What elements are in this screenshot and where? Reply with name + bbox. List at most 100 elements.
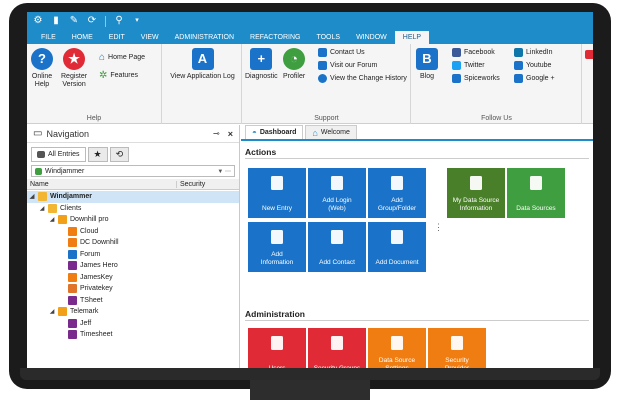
ribbon-overflow-icon[interactable] xyxy=(585,50,593,59)
dashboard-tile[interactable]: Add Document xyxy=(368,222,426,272)
tree-item[interactable]: DC Downhill xyxy=(27,237,239,249)
monitor-chin xyxy=(20,368,600,380)
blog-button[interactable]: B Blog xyxy=(416,48,438,81)
home-page-button[interactable]: ⌂ Home Page xyxy=(99,52,145,63)
facebook-button[interactable]: Facebook xyxy=(452,48,495,57)
diagnostic-button[interactable]: + Diagnostic xyxy=(245,48,278,81)
contact-us-button[interactable]: Contact Us xyxy=(318,48,365,57)
expand-toggle-icon[interactable]: ◢ xyxy=(29,193,35,200)
view-change-history-button[interactable]: View the Change History xyxy=(318,74,407,83)
group-label-support: Support xyxy=(314,115,339,122)
tab-edit[interactable]: EDIT xyxy=(101,31,133,44)
refresh-icon[interactable]: ⟳ xyxy=(87,16,97,26)
tile-label: Security Groups xyxy=(314,365,361,368)
dashboard-tile[interactable]: Users xyxy=(248,328,306,368)
tab-dashboard[interactable]: ◓ Dashboard xyxy=(245,125,304,139)
tab-history[interactable]: ⟲ xyxy=(109,147,130,162)
facebook-label: Facebook xyxy=(464,49,495,56)
user-icon xyxy=(68,261,77,271)
column-security[interactable]: Security xyxy=(177,181,205,188)
view-change-history-label: View the Change History xyxy=(330,75,407,82)
dashboard-tile[interactable]: Add Login (Web) xyxy=(308,168,366,218)
privatekey-icon xyxy=(68,284,77,294)
tree-item[interactable]: Timesheet xyxy=(27,329,239,341)
contact-icon xyxy=(58,307,67,317)
google-plus-button[interactable]: Google + xyxy=(514,74,555,83)
tab-tools[interactable]: TOOLS xyxy=(308,31,348,44)
linkedin-button[interactable]: LinkedIn xyxy=(514,48,552,57)
dashboard-tile[interactable]: New Entry xyxy=(248,168,306,218)
navigation-pane: ▭ Navigation ⊸ × All Entries ★ ⟲ Windjam… xyxy=(27,125,240,368)
dropdown-icon[interactable]: ▾ xyxy=(132,16,142,26)
youtube-button[interactable]: Youtube xyxy=(514,61,551,70)
tab-favorites[interactable]: ★ xyxy=(87,147,108,162)
tab-home[interactable]: HOME xyxy=(64,31,101,44)
view-application-log-button[interactable]: A View Application Log xyxy=(165,48,240,81)
profiler-button[interactable]: ◔ Profiler xyxy=(283,48,305,81)
tree-item[interactable]: ◢ Downhill pro xyxy=(27,214,239,226)
features-button[interactable]: ✲ Features xyxy=(99,70,138,81)
tab-welcome[interactable]: ⌂ Welcome xyxy=(305,125,357,139)
dashboard-tile[interactable]: Security Groups xyxy=(308,328,366,368)
visit-forum-button[interactable]: Visit our Forum xyxy=(318,61,377,70)
register-version-button[interactable]: ★ Register Version xyxy=(61,48,87,89)
dashboard-tile[interactable]: Add Contact xyxy=(308,222,366,272)
tree-item-label: Telemark xyxy=(70,308,99,316)
twitter-button[interactable]: Twitter xyxy=(452,61,485,70)
expand-toggle-icon[interactable]: ◢ xyxy=(49,216,55,223)
forum-icon xyxy=(318,61,327,70)
new-icon[interactable]: ▮ xyxy=(51,16,61,26)
dashboard-tile[interactable]: Security Provider xyxy=(428,328,486,368)
pin-icon[interactable]: ⊸ xyxy=(213,129,220,138)
tile-label: Add Information xyxy=(260,251,294,266)
tab-window[interactable]: WINDOW xyxy=(348,31,395,44)
tile-label: Add Document xyxy=(375,259,419,266)
tree-item[interactable]: TSheet xyxy=(27,295,239,307)
tab-refactoring[interactable]: REFACTORING xyxy=(242,31,308,44)
tab-all-entries[interactable]: All Entries xyxy=(31,147,86,162)
datasource-selector[interactable]: Windjammer ▼ ⋯ xyxy=(31,165,235,177)
tree-item[interactable]: ◢ Clients xyxy=(27,203,239,215)
app-icon[interactable]: ⚙ xyxy=(33,16,43,26)
tab-help[interactable]: HELP xyxy=(394,31,430,44)
close-icon[interactable]: × xyxy=(228,129,233,139)
tree-item[interactable]: Forum xyxy=(27,249,239,261)
dashboard-tile[interactable]: Data Sources xyxy=(507,168,565,218)
tree-item[interactable]: ◢ Telemark xyxy=(27,306,239,318)
tree-item[interactable]: JamesKey xyxy=(27,272,239,284)
tab-view[interactable]: VIEW xyxy=(133,31,167,44)
tree-item[interactable]: Jeff xyxy=(27,318,239,330)
linkedin-label: LinkedIn xyxy=(526,49,553,56)
tree-item-label: Cloud xyxy=(80,227,99,235)
online-help-button[interactable]: ? Online Help xyxy=(31,48,53,89)
tree-item-label: Jeff xyxy=(80,319,92,327)
dashboard-tile[interactable]: Data Source Settings xyxy=(368,328,426,368)
tab-administration[interactable]: ADMINISTRATION xyxy=(167,31,242,44)
tree-item[interactable]: Cloud xyxy=(27,226,239,238)
globe-icon xyxy=(328,174,346,192)
tree-item[interactable]: James Hero xyxy=(27,260,239,272)
application-log-icon: A xyxy=(191,48,214,70)
home-page-label: Home Page xyxy=(108,54,146,61)
tab-file[interactable]: FILE xyxy=(33,31,64,44)
more-options-icon[interactable]: ⋮ xyxy=(434,222,443,233)
edit-icon[interactable]: ✎ xyxy=(69,16,79,26)
tree-item[interactable]: Privatekey xyxy=(27,283,239,295)
dashboard-tile[interactable]: Add Information xyxy=(248,222,306,272)
expand-toggle-icon[interactable]: ◢ xyxy=(49,308,55,315)
navigation-header: ▭ Navigation ⊸ × xyxy=(27,125,239,143)
dashboard-tile[interactable]: My Data Source Information xyxy=(447,168,505,218)
profiler-icon: ◔ xyxy=(283,48,306,70)
chevron-down-icon[interactable]: ▼ ⋯ xyxy=(217,168,231,175)
tab-dashboard-label: Dashboard xyxy=(259,129,297,136)
contact-icon xyxy=(58,215,67,225)
sheet-icon xyxy=(68,295,77,305)
spiceworks-button[interactable]: Spiceworks xyxy=(452,74,500,83)
search-icon[interactable]: ⚲ xyxy=(114,16,124,26)
dashboard-tile[interactable]: Add Group/Folder xyxy=(368,168,426,218)
expand-toggle-icon[interactable]: ◢ xyxy=(39,205,45,212)
tree-item[interactable]: ◢ Windjammer xyxy=(27,191,239,203)
tab-welcome-label: Welcome xyxy=(320,129,350,136)
column-name[interactable]: Name xyxy=(27,180,177,188)
twitter-icon xyxy=(452,61,461,70)
